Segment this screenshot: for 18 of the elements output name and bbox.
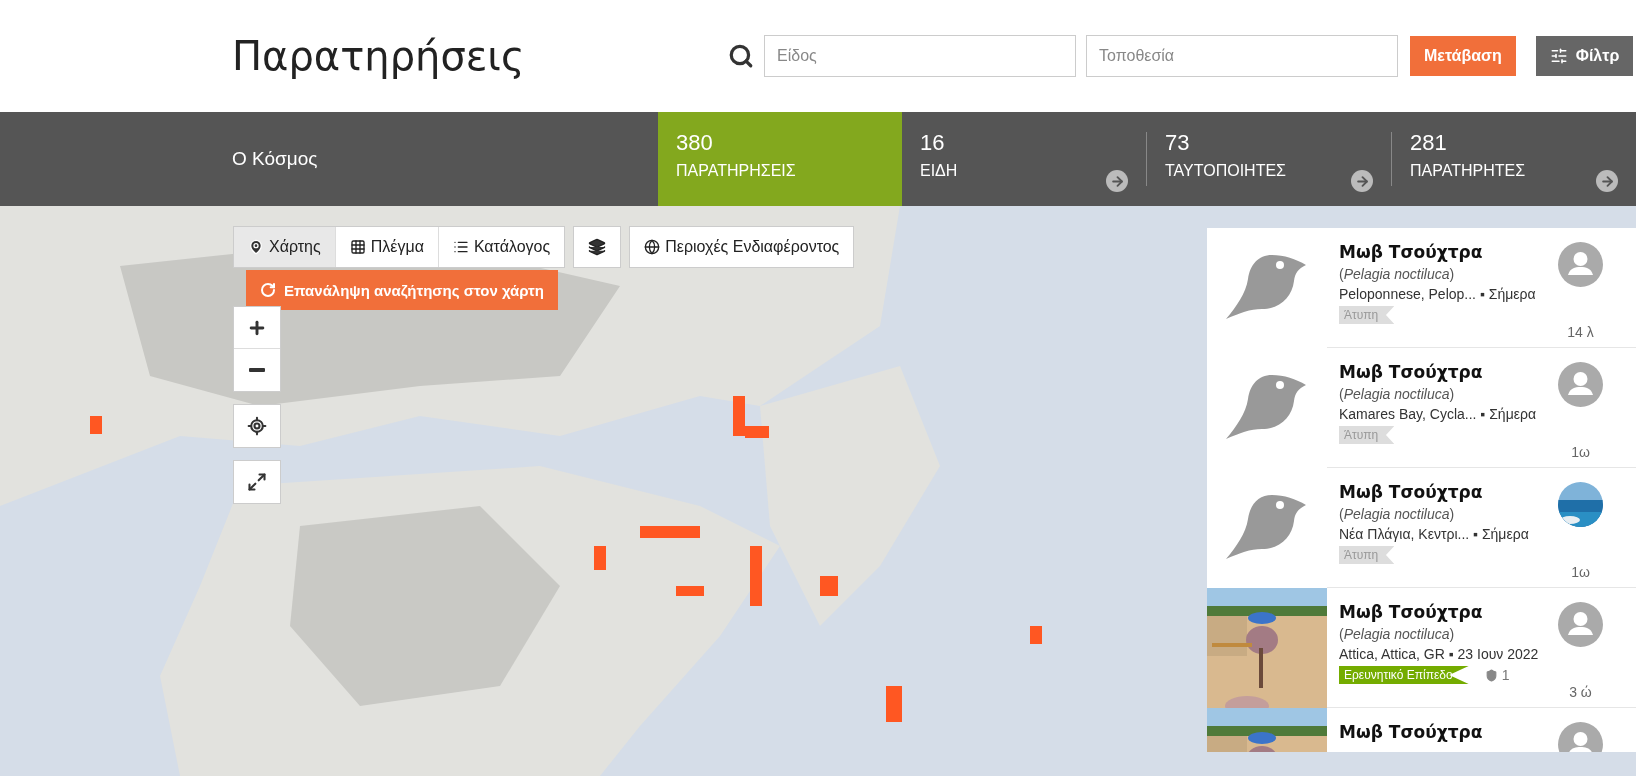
location-field[interactable]: Τοποθεσία <box>1086 35 1398 77</box>
place-name: Ο Κόσμος <box>232 147 319 171</box>
stat-label: ΠΑΡΑΤΗΡΗΤΕΣ <box>1410 162 1526 180</box>
stat-tab[interactable]: 281 ΠΑΡΑΤΗΡΗΤΕΣ <box>1392 112 1636 206</box>
filters-button[interactable]: Φίλτρ <box>1535 36 1634 76</box>
stat-count: 281 <box>1410 130 1448 156</box>
stat-count: 73 <box>1165 130 1191 156</box>
species-field[interactable]: Είδος <box>764 35 1076 77</box>
stat-label: ΤΑΥΤΟΠΟΙΗΤΕΣ <box>1165 162 1286 180</box>
stat-tab[interactable]: 16 ΕΙΔΗ <box>902 112 1146 206</box>
stat-tab[interactable]: 73 ΤΑΥΤΟΠΟΙΗΤΕΣ <box>1147 112 1391 206</box>
stat-label: ΕΙΔΗ <box>920 162 958 180</box>
search-icon <box>728 43 754 69</box>
stat-label: ΠΑΡΑΤΗΡΗΣΕΙΣ <box>676 162 796 180</box>
stat-count: 380 <box>676 130 714 156</box>
page-title: Παρατηρήσεις <box>232 33 526 79</box>
sliders-icon <box>1549 47 1568 65</box>
stat-count: 16 <box>920 130 946 156</box>
